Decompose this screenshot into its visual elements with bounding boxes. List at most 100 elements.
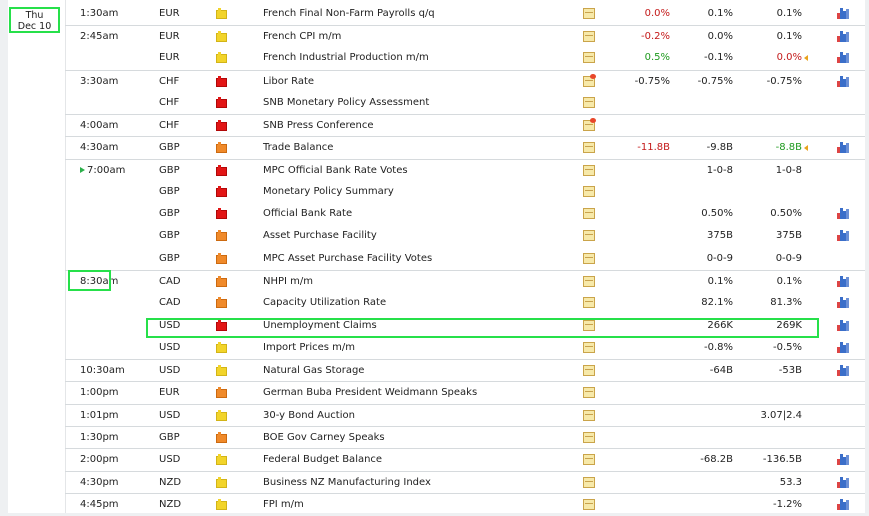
- impact-folder-icon[interactable]: [216, 253, 227, 264]
- event-detail-icon[interactable]: [583, 142, 595, 153]
- impact-folder-icon[interactable]: [216, 297, 227, 308]
- impact-folder-icon[interactable]: [216, 387, 227, 398]
- event-title[interactable]: French Industrial Production m/m: [263, 47, 429, 69]
- chart-icon[interactable]: [837, 141, 850, 153]
- event-title[interactable]: German Buba President Weidmann Speaks: [263, 382, 477, 404]
- event-detail-icon[interactable]: [583, 432, 595, 443]
- event-detail-icon[interactable]: [583, 186, 595, 197]
- impact-folder-icon[interactable]: [216, 186, 227, 197]
- event-row[interactable]: 1:30am EUR French Final Non-Farm Payrolls …: [65, 3, 865, 25]
- event-row[interactable]: CHF SNB Monetary Policy Assessment: [65, 92, 865, 114]
- impact-folder-icon[interactable]: [216, 454, 227, 465]
- event-detail-icon[interactable]: [583, 365, 595, 376]
- impact-folder-icon[interactable]: [216, 31, 227, 42]
- event-title[interactable]: SNB Press Conference: [263, 115, 374, 137]
- event-detail-icon[interactable]: [583, 499, 595, 510]
- event-row[interactable]: 4:30am GBP Trade Balance -11.8B -9.8B -8.8B: [65, 136, 865, 158]
- event-row[interactable]: GBP Monetary Policy Summary: [65, 181, 865, 203]
- chart-icon[interactable]: [837, 75, 850, 87]
- event-detail-icon[interactable]: [583, 8, 595, 19]
- event-detail-icon[interactable]: [583, 97, 595, 108]
- chart-icon[interactable]: [837, 341, 850, 353]
- event-row[interactable]: GBP Official Bank Rate 0.50% 0.50%: [65, 203, 865, 225]
- chart-icon[interactable]: [837, 30, 850, 42]
- event-title[interactable]: BOE Gov Carney Speaks: [263, 427, 385, 449]
- impact-folder-icon[interactable]: [216, 52, 227, 63]
- impact-folder-icon[interactable]: [216, 230, 227, 241]
- event-detail-icon[interactable]: [583, 31, 595, 42]
- event-title[interactable]: Monetary Policy Summary: [263, 181, 394, 203]
- event-detail-icon[interactable]: [583, 276, 595, 287]
- event-detail-icon[interactable]: [583, 297, 595, 308]
- impact-folder-icon[interactable]: [216, 120, 227, 131]
- event-row[interactable]: GBP MPC Asset Purchase Facility Votes 0-0-…: [65, 248, 865, 270]
- chart-icon[interactable]: [837, 498, 850, 510]
- event-detail-icon[interactable]: [583, 253, 595, 264]
- chart-icon[interactable]: [837, 229, 850, 241]
- impact-folder-icon[interactable]: [216, 97, 227, 108]
- impact-folder-icon[interactable]: [216, 499, 227, 510]
- chart-icon[interactable]: [837, 296, 850, 308]
- event-title[interactable]: 30-y Bond Auction: [263, 405, 355, 427]
- impact-folder-icon[interactable]: [216, 208, 227, 219]
- event-row[interactable]: 4:45pm NZD FPI m/m -1.2%: [65, 493, 865, 515]
- chart-icon[interactable]: [837, 51, 850, 63]
- event-row[interactable]: CAD Capacity Utilization Rate 82.1% 81.3%: [65, 292, 865, 314]
- chart-icon[interactable]: [837, 453, 850, 465]
- event-detail-icon[interactable]: [583, 454, 595, 465]
- event-row[interactable]: 4:30pm NZD Business NZ Manufacturing Index…: [65, 471, 865, 493]
- impact-folder-icon[interactable]: [216, 142, 227, 153]
- impact-folder-icon[interactable]: [216, 8, 227, 19]
- event-row[interactable]: 3:30am CHF Libor Rate -0.75% -0.75% -0.75%: [65, 70, 865, 92]
- event-row[interactable]: 1:01pm USD 30-y Bond Auction 3.07|2.4: [65, 404, 865, 426]
- chart-icon[interactable]: [837, 364, 850, 376]
- event-row[interactable]: EUR French Industrial Production m/m 0.5% -…: [65, 47, 865, 69]
- event-row[interactable]: GBP Asset Purchase Facility 375B 375B: [65, 225, 865, 247]
- event-detail-icon[interactable]: [583, 52, 595, 63]
- event-title[interactable]: MPC Official Bank Rate Votes: [263, 160, 408, 182]
- event-row[interactable]: 8:30am CAD NHPI m/m 0.1% 0.1%: [65, 270, 865, 292]
- event-title[interactable]: Natural Gas Storage: [263, 360, 364, 382]
- impact-folder-icon[interactable]: [216, 76, 227, 87]
- event-row[interactable]: 2:00pm USD Federal Budget Balance -68.2B -13…: [65, 448, 865, 470]
- event-detail-icon[interactable]: [583, 410, 595, 421]
- chart-icon[interactable]: [837, 275, 850, 287]
- event-detail-icon[interactable]: [583, 74, 596, 87]
- event-title[interactable]: French CPI m/m: [263, 26, 341, 48]
- chart-icon[interactable]: [837, 476, 850, 488]
- impact-folder-icon[interactable]: [216, 432, 227, 443]
- event-title[interactable]: Business NZ Manufacturing Index: [263, 472, 431, 494]
- event-title[interactable]: Libor Rate: [263, 71, 314, 93]
- event-title[interactable]: Official Bank Rate: [263, 203, 352, 225]
- event-row[interactable]: 1:30pm GBP BOE Gov Carney Speaks: [65, 426, 865, 448]
- event-row[interactable]: 10:30am USD Natural Gas Storage -64B -53B: [65, 359, 865, 381]
- event-title[interactable]: SNB Monetary Policy Assessment: [263, 92, 429, 114]
- impact-folder-icon[interactable]: [216, 477, 227, 488]
- event-title[interactable]: Import Prices m/m: [263, 337, 355, 359]
- event-row[interactable]: 1:00pm EUR German Buba President Weidmann …: [65, 381, 865, 403]
- event-detail-icon[interactable]: [583, 342, 595, 353]
- event-detail-icon[interactable]: [583, 208, 595, 219]
- event-row[interactable]: 2:45am EUR French CPI m/m -0.2% 0.0% 0.1%: [65, 25, 865, 47]
- event-detail-icon[interactable]: [583, 477, 595, 488]
- event-title[interactable]: Asset Purchase Facility: [263, 225, 377, 247]
- impact-folder-icon[interactable]: [216, 276, 227, 287]
- event-title[interactable]: Capacity Utilization Rate: [263, 292, 386, 314]
- impact-folder-icon[interactable]: [216, 165, 227, 176]
- impact-folder-icon[interactable]: [216, 365, 227, 376]
- event-title[interactable]: Trade Balance: [263, 137, 333, 159]
- chart-icon[interactable]: [837, 207, 850, 219]
- event-row[interactable]: 7:00am GBP MPC Official Bank Rate Votes 1-0…: [65, 159, 865, 181]
- event-title[interactable]: French Final Non-Farm Payrolls q/q: [263, 3, 435, 25]
- event-row[interactable]: USD Import Prices m/m -0.8% -0.5%: [65, 337, 865, 359]
- chart-icon[interactable]: [837, 319, 850, 331]
- event-detail-icon[interactable]: [583, 230, 595, 241]
- event-detail-icon[interactable]: [583, 118, 596, 131]
- event-title[interactable]: MPC Asset Purchase Facility Votes: [263, 248, 432, 270]
- event-title[interactable]: Federal Budget Balance: [263, 449, 382, 471]
- event-title[interactable]: NHPI m/m: [263, 271, 313, 293]
- event-detail-icon[interactable]: [583, 387, 595, 398]
- event-row[interactable]: 4:00am CHF SNB Press Conference: [65, 114, 865, 136]
- impact-folder-icon[interactable]: [216, 410, 227, 421]
- chart-icon[interactable]: [837, 7, 850, 19]
